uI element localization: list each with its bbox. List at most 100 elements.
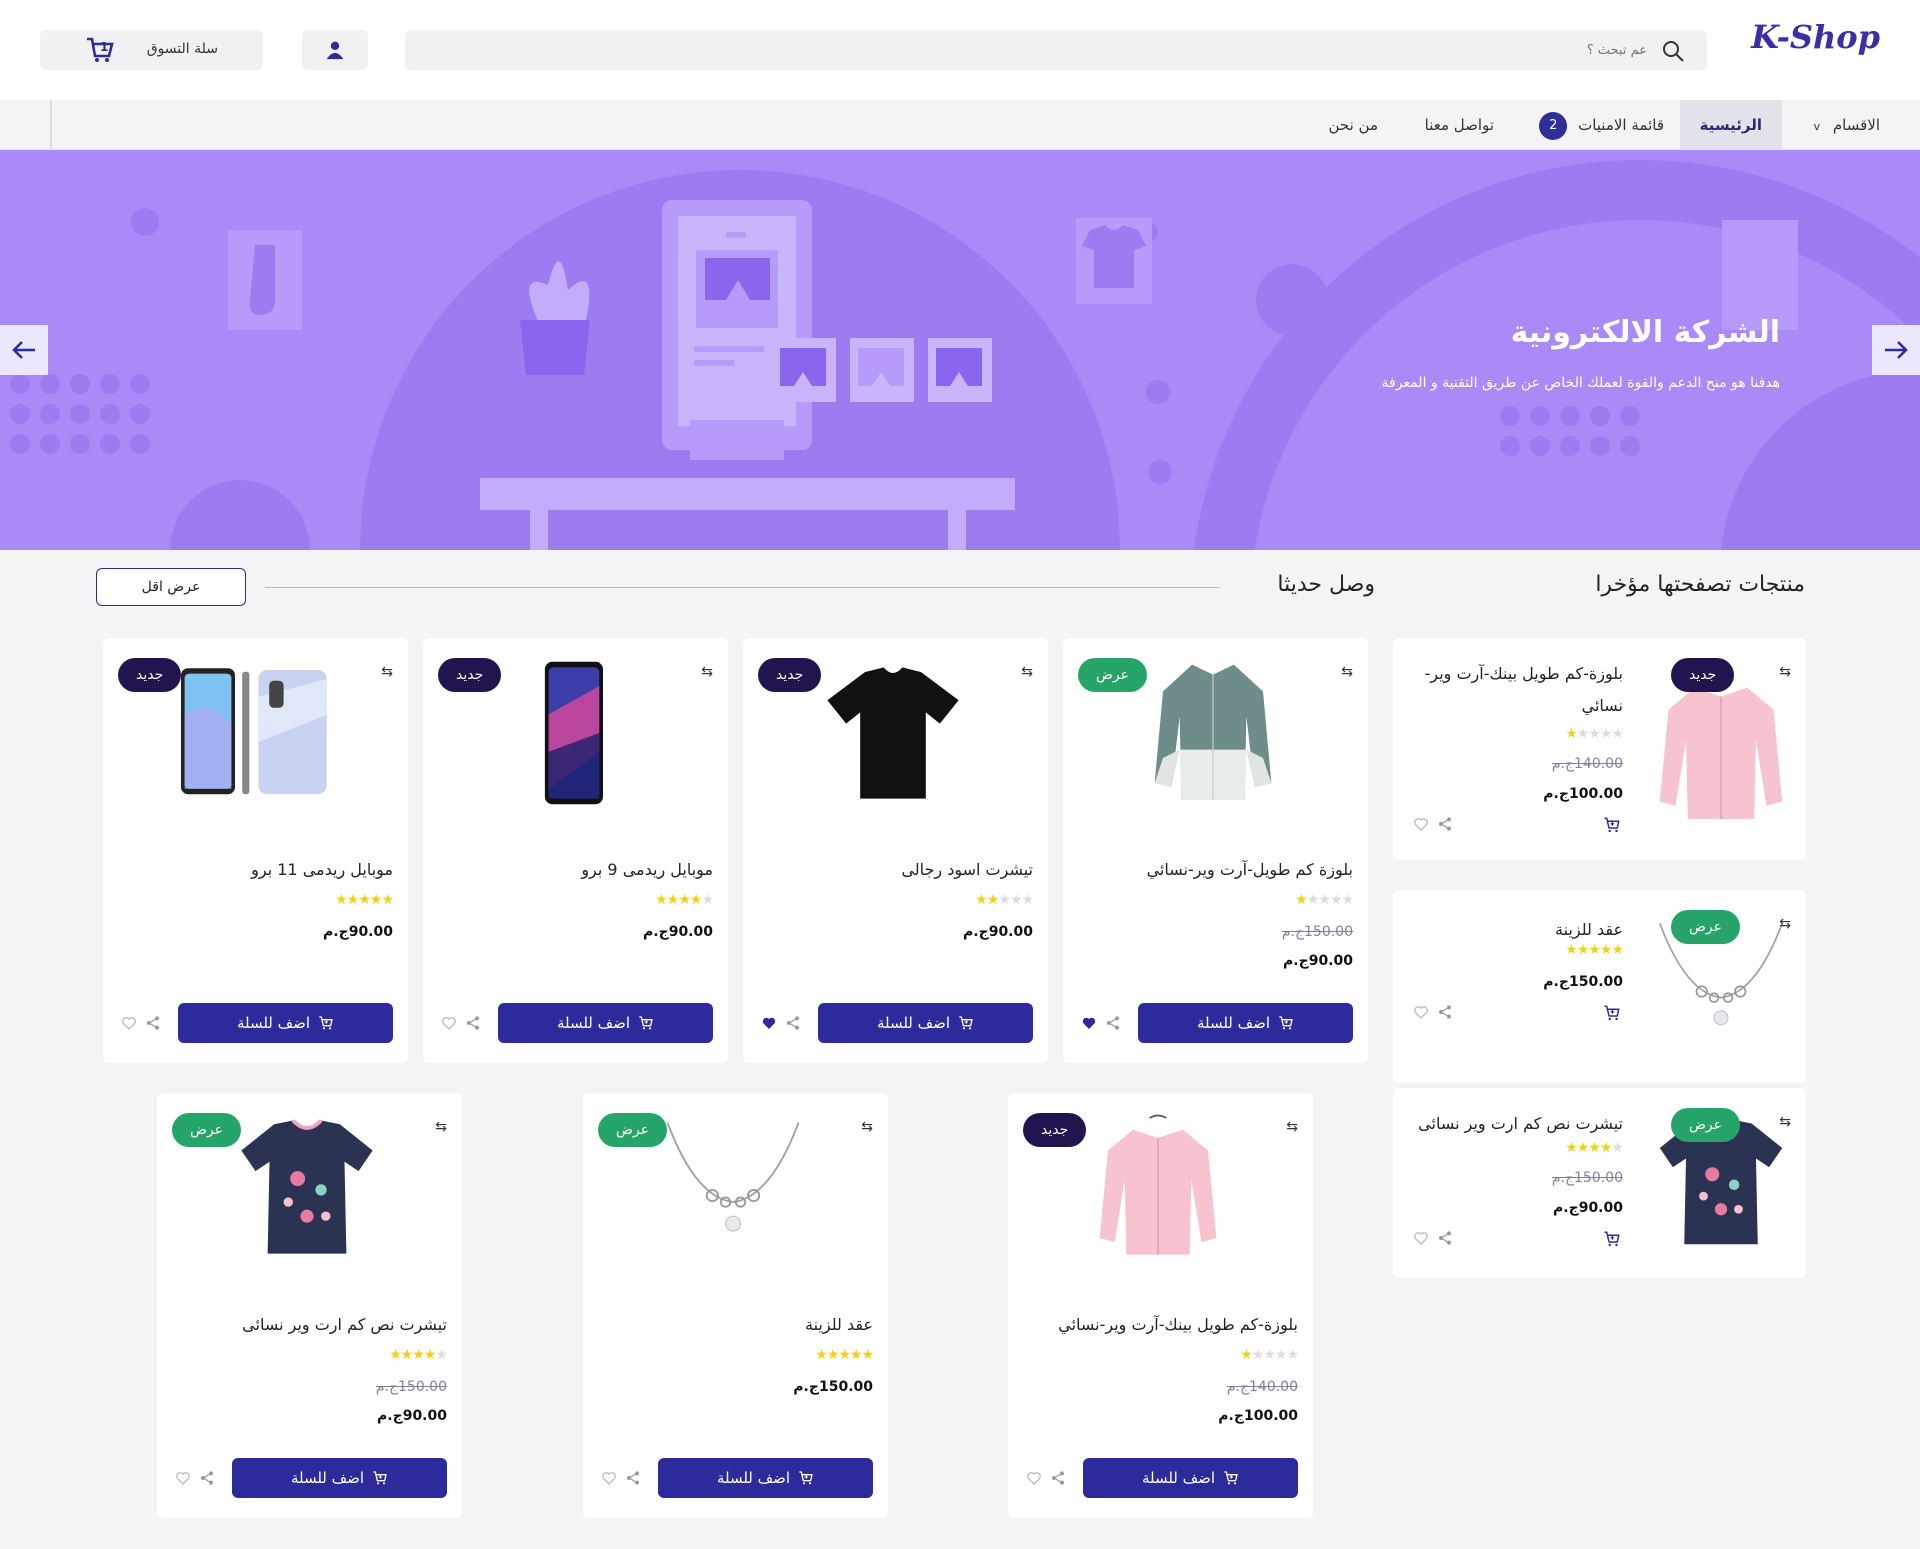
product-rating: ★★★★★ (1240, 1347, 1299, 1363)
search-input[interactable] (497, 30, 1647, 70)
hero-illustration (10, 160, 1920, 550)
account-button[interactable] (302, 30, 368, 70)
add-to-cart-label: اضف للسلة (556, 1014, 631, 1032)
add-to-cart-button[interactable]: اضف للسلة (178, 1003, 393, 1043)
compare-icon[interactable]: ⇆ (435, 1119, 447, 1135)
share-icon[interactable] (145, 1015, 161, 1031)
product-price: 90.00ج.م (1553, 1200, 1623, 1216)
compare-icon[interactable]: ⇆ (1779, 916, 1791, 932)
product-name[interactable]: تيشرت اسود رجالى (753, 860, 1033, 879)
product-name[interactable]: بلوزة كم طويل-آرت وير-نسائي (1073, 860, 1353, 879)
product-tag: عرض (172, 1113, 242, 1147)
add-to-cart-icon[interactable] (1603, 816, 1621, 834)
slider-next-button[interactable] (1872, 325, 1920, 375)
product-card[interactable]: عرض ⇆ عقد للزينة ★★★★★ 150.00ج.م اضف للس… (583, 1093, 888, 1518)
arrow-right-icon (1885, 341, 1908, 359)
heart-icon[interactable] (121, 1015, 137, 1031)
share-icon[interactable] (1105, 1015, 1121, 1031)
product-price: 90.00ج.م (377, 1408, 447, 1424)
share-icon[interactable] (1050, 1470, 1066, 1486)
share-icon[interactable] (1437, 1004, 1453, 1020)
product-name[interactable]: تيشرت نص كم ارت وير نسائى (1403, 1108, 1623, 1140)
heart-icon[interactable] (1026, 1470, 1042, 1486)
product-image[interactable] (643, 1113, 823, 1263)
add-to-cart-button[interactable]: اضف للسلة (498, 1003, 713, 1043)
card-actions (441, 1015, 481, 1031)
share-icon[interactable] (1437, 1230, 1453, 1246)
product-image[interactable] (483, 658, 663, 808)
card-actions (1413, 816, 1453, 832)
product-card[interactable]: عرض ⇆ تيشرت نص كم ارت وير نسائى ★★★★★ 15… (157, 1093, 462, 1518)
nav-about[interactable]: من نحن (1329, 100, 1379, 150)
product-card[interactable]: عرض ⇆ بلوزة كم طويل-آرت وير-نسائي ★★★★★ … (1063, 638, 1368, 1063)
heart-icon[interactable] (1413, 1230, 1429, 1246)
add-to-cart-button[interactable]: اضف للسلة (1083, 1458, 1298, 1498)
show-less-button[interactable]: عرض اقل (96, 568, 246, 606)
product-name[interactable]: تيشرت نص كم ارت وير نسائى (167, 1315, 447, 1334)
product-name[interactable]: بلوزة-كم طويل بينك-آرت وير-نسائي (1403, 658, 1623, 722)
nav-contact[interactable]: تواصل معنا (1425, 100, 1494, 150)
compare-icon[interactable]: ⇆ (1021, 664, 1033, 680)
recent-product-card[interactable]: جديد ⇆ بلوزة-كم طويل بينك-آرت وير-نسائي … (1393, 638, 1806, 860)
chevron-down-icon: v (1813, 120, 1821, 133)
nav-home[interactable]: الرئيسية (1679, 100, 1782, 150)
compare-icon[interactable]: ⇆ (381, 664, 393, 680)
share-icon[interactable] (1437, 816, 1453, 832)
hero-banner: الشركة الالكترونية هدفنا هو منح الدعم وا… (0, 150, 1920, 550)
product-name[interactable]: موبايل ريدمى 11 برو (113, 860, 393, 879)
heart-icon[interactable] (1413, 1004, 1429, 1020)
add-to-cart-button[interactable]: اضف للسلة (1138, 1003, 1353, 1043)
product-card[interactable]: جديد ⇆ تيشرت اسود رجالى ★★★★★ 90.00ج.م ا… (743, 638, 1048, 1063)
heart-filled-icon[interactable] (761, 1015, 777, 1031)
hero-subtitle: هدفنا هو منح الدعم والقوة لعملك الخاص عن… (1381, 375, 1780, 391)
recent-product-card[interactable]: عرض ⇆ عقد للزينة ★★★★★ 150.00ج.م (1393, 890, 1806, 1083)
product-image[interactable] (1068, 1113, 1248, 1263)
share-icon[interactable] (465, 1015, 481, 1031)
heart-icon[interactable] (175, 1470, 191, 1486)
product-tag: عرض (1671, 910, 1741, 944)
card-actions (761, 1015, 801, 1031)
product-image[interactable] (803, 658, 983, 808)
product-tag: عرض (1671, 1108, 1741, 1142)
compare-icon[interactable]: ⇆ (1341, 664, 1353, 680)
heart-icon[interactable] (1413, 816, 1429, 832)
compare-icon[interactable]: ⇆ (1286, 1119, 1298, 1135)
add-to-cart-button[interactable]: اضف للسلة (658, 1458, 873, 1498)
product-tag: جديد (118, 658, 182, 692)
product-name[interactable]: عقد للزينة (593, 1315, 873, 1334)
product-name[interactable]: موبايل ريدمى 9 برو (433, 860, 713, 879)
product-card[interactable]: جديد ⇆ موبايل ريدمى 9 برو ★★★★★ 90.00ج.م… (423, 638, 728, 1063)
share-icon[interactable] (785, 1015, 801, 1031)
add-to-cart-icon[interactable] (1603, 1004, 1621, 1022)
add-to-cart-label: اضف للسلة (290, 1469, 365, 1487)
search-icon[interactable] (1661, 39, 1685, 63)
compare-icon[interactable]: ⇆ (861, 1119, 873, 1135)
add-to-cart-button[interactable]: اضف للسلة (818, 1003, 1033, 1043)
product-image[interactable] (163, 658, 343, 808)
main-nav: الاقسام v الرئيسية قائمة الامنيات 2 تواص… (0, 100, 1920, 150)
add-to-cart-icon[interactable] (1603, 1230, 1621, 1248)
compare-icon[interactable]: ⇆ (1779, 664, 1791, 680)
product-name[interactable]: بلوزة-كم طويل بينك-آرت وير-نسائي (1018, 1315, 1298, 1334)
product-card[interactable]: جديد ⇆ موبايل ريدمى 11 برو ★★★★★ 90.00ج.… (103, 638, 408, 1063)
site-logo[interactable]: K-Shop (1751, 18, 1880, 56)
nav-wishlist[interactable]: قائمة الامنيات 2 (1539, 100, 1664, 150)
add-to-cart-button[interactable]: اضف للسلة (232, 1458, 447, 1498)
compare-icon[interactable]: ⇆ (1779, 1114, 1791, 1130)
share-icon[interactable] (625, 1470, 641, 1486)
search-bar[interactable] (405, 30, 1707, 70)
recent-product-card[interactable]: عرض ⇆ تيشرت نص كم ارت وير نسائى ★★★★★ 15… (1393, 1088, 1806, 1278)
nav-categories[interactable]: الاقسام v (1814, 100, 1880, 150)
card-actions (1081, 1015, 1121, 1031)
compare-icon[interactable]: ⇆ (701, 664, 713, 680)
slider-prev-button[interactable] (0, 325, 48, 375)
product-price: 90.00ج.م (963, 924, 1033, 940)
share-icon[interactable] (199, 1470, 215, 1486)
heart-icon[interactable] (441, 1015, 457, 1031)
product-image[interactable] (217, 1113, 397, 1263)
cart-button[interactable]: سلة التسوق 1 (40, 30, 263, 70)
product-image[interactable] (1123, 658, 1303, 808)
product-card[interactable]: جديد ⇆ بلوزة-كم طويل بينك-آرت وير-نسائي … (1008, 1093, 1313, 1518)
heart-icon[interactable] (601, 1470, 617, 1486)
heart-filled-icon[interactable] (1081, 1015, 1097, 1031)
